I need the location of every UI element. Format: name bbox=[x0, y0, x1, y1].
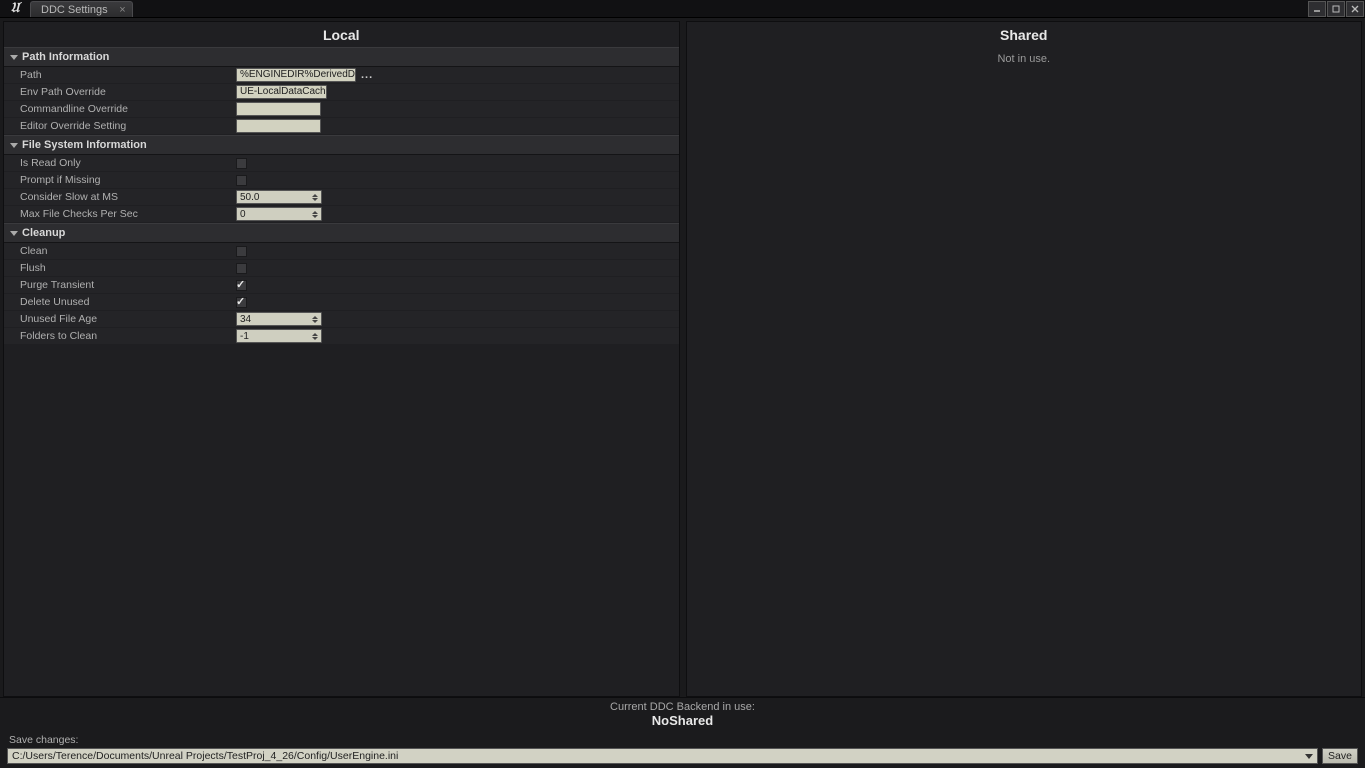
row-label: Folders to Clean bbox=[4, 330, 236, 342]
row-editor-override: Editor Override Setting bbox=[4, 118, 679, 135]
flush-checkbox[interactable] bbox=[236, 263, 247, 274]
spinner-value: 0 bbox=[237, 209, 311, 220]
row-label: Flush bbox=[4, 262, 236, 274]
footer: Current DDC Backend in use: NoShared Sav… bbox=[0, 697, 1365, 768]
local-title: Local bbox=[4, 22, 679, 47]
window-controls bbox=[1308, 0, 1365, 17]
config-path-combo[interactable]: C:/Users/Terence/Documents/Unreal Projec… bbox=[7, 748, 1318, 764]
spinner-up-icon[interactable] bbox=[312, 211, 318, 214]
editor-override-field[interactable] bbox=[236, 119, 321, 133]
shared-pane: Shared Not in use. bbox=[686, 21, 1363, 697]
unused-age-spinner[interactable]: 34 bbox=[236, 312, 322, 326]
shared-title: Shared bbox=[687, 22, 1362, 47]
backend-value: NoShared bbox=[3, 713, 1362, 728]
row-cmd-override: Commandline Override bbox=[4, 101, 679, 118]
path-field[interactable]: %ENGINEDIR%DerivedDataCache bbox=[236, 68, 356, 82]
spinner-down-icon[interactable] bbox=[312, 198, 318, 201]
backend-label: Current DDC Backend in use: bbox=[3, 701, 1362, 713]
row-readonly: Is Read Only bbox=[4, 155, 679, 172]
local-pane: Local Path Information Path %ENGINEDIR%D… bbox=[3, 21, 680, 697]
row-prompt-missing: Prompt if Missing bbox=[4, 172, 679, 189]
delete-unused-checkbox[interactable] bbox=[236, 297, 247, 308]
row-label: Prompt if Missing bbox=[4, 174, 236, 186]
combo-value: C:/Users/Terence/Documents/Unreal Projec… bbox=[12, 750, 398, 762]
row-label: Commandline Override bbox=[4, 103, 236, 115]
row-path: Path %ENGINEDIR%DerivedDataCache ... bbox=[4, 67, 679, 84]
spinner-down-icon[interactable] bbox=[312, 215, 318, 218]
row-delete-unused: Delete Unused bbox=[4, 294, 679, 311]
row-label: Env Path Override bbox=[4, 86, 236, 98]
spinner-down-icon[interactable] bbox=[312, 337, 318, 340]
spinner-value: 34 bbox=[237, 314, 311, 325]
spinner-down-icon[interactable] bbox=[312, 320, 318, 323]
expand-arrow-icon bbox=[10, 231, 18, 236]
folders-clean-spinner[interactable]: -1 bbox=[236, 329, 322, 343]
row-clean: Clean bbox=[4, 243, 679, 260]
readonly-checkbox[interactable] bbox=[236, 158, 247, 169]
row-label: Path bbox=[4, 69, 236, 81]
row-purge-transient: Purge Transient bbox=[4, 277, 679, 294]
expand-arrow-icon bbox=[10, 55, 18, 60]
row-label: Delete Unused bbox=[4, 296, 236, 308]
chevron-down-icon bbox=[1305, 754, 1313, 759]
save-button[interactable]: Save bbox=[1322, 748, 1358, 764]
spinner-up-icon[interactable] bbox=[312, 333, 318, 336]
row-label: Max File Checks Per Sec bbox=[4, 208, 236, 220]
row-label: Consider Slow at MS bbox=[4, 191, 236, 203]
category-cleanup[interactable]: Cleanup bbox=[4, 223, 679, 243]
row-label: Is Read Only bbox=[4, 157, 236, 169]
max-file-checks-spinner[interactable]: 0 bbox=[236, 207, 322, 221]
expand-arrow-icon bbox=[10, 143, 18, 148]
consider-slow-spinner[interactable]: 50.0 bbox=[236, 190, 322, 204]
browse-button[interactable]: ... bbox=[359, 69, 375, 81]
shared-not-in-use: Not in use. bbox=[687, 47, 1362, 71]
env-override-field[interactable]: UE-LocalDataCachePath bbox=[236, 85, 327, 99]
local-body: Path Information Path %ENGINEDIR%Derived… bbox=[4, 47, 679, 696]
spinner-up-icon[interactable] bbox=[312, 194, 318, 197]
category-label: Path Information bbox=[22, 51, 109, 63]
row-unused-age: Unused File Age 34 bbox=[4, 311, 679, 328]
spinner-value: 50.0 bbox=[237, 192, 311, 203]
row-consider-slow: Consider Slow at MS 50.0 bbox=[4, 189, 679, 206]
row-folders-clean: Folders to Clean -1 bbox=[4, 328, 679, 345]
cmd-override-field[interactable] bbox=[236, 102, 321, 116]
row-label: Unused File Age bbox=[4, 313, 236, 325]
category-label: File System Information bbox=[22, 139, 147, 151]
minimize-button[interactable] bbox=[1308, 1, 1326, 17]
tab-label: DDC Settings bbox=[41, 4, 108, 16]
titlebar-spacer bbox=[133, 0, 1308, 17]
clean-checkbox[interactable] bbox=[236, 246, 247, 257]
main-split: Local Path Information Path %ENGINEDIR%D… bbox=[0, 18, 1365, 697]
row-flush: Flush bbox=[4, 260, 679, 277]
category-path-info[interactable]: Path Information bbox=[4, 47, 679, 67]
category-label: Cleanup bbox=[22, 227, 65, 239]
row-label: Purge Transient bbox=[4, 279, 236, 291]
save-changes-label: Save changes: bbox=[3, 734, 1362, 748]
maximize-button[interactable] bbox=[1327, 1, 1345, 17]
row-label: Editor Override Setting bbox=[4, 120, 236, 132]
prompt-missing-checkbox[interactable] bbox=[236, 175, 247, 186]
row-label: Clean bbox=[4, 245, 236, 257]
row-max-file-checks: Max File Checks Per Sec 0 bbox=[4, 206, 679, 223]
close-tab-icon[interactable]: × bbox=[119, 5, 125, 16]
purge-transient-checkbox[interactable] bbox=[236, 280, 247, 291]
row-env-override: Env Path Override UE-LocalDataCachePath bbox=[4, 84, 679, 101]
close-window-button[interactable] bbox=[1346, 1, 1364, 17]
tab-ddc-settings[interactable]: DDC Settings × bbox=[30, 1, 133, 17]
spinner-value: -1 bbox=[237, 331, 311, 342]
category-fs-info[interactable]: File System Information bbox=[4, 135, 679, 155]
app-logo-icon: 𝔘 bbox=[0, 0, 30, 17]
spinner-up-icon[interactable] bbox=[312, 316, 318, 319]
titlebar: 𝔘 DDC Settings × bbox=[0, 0, 1365, 18]
